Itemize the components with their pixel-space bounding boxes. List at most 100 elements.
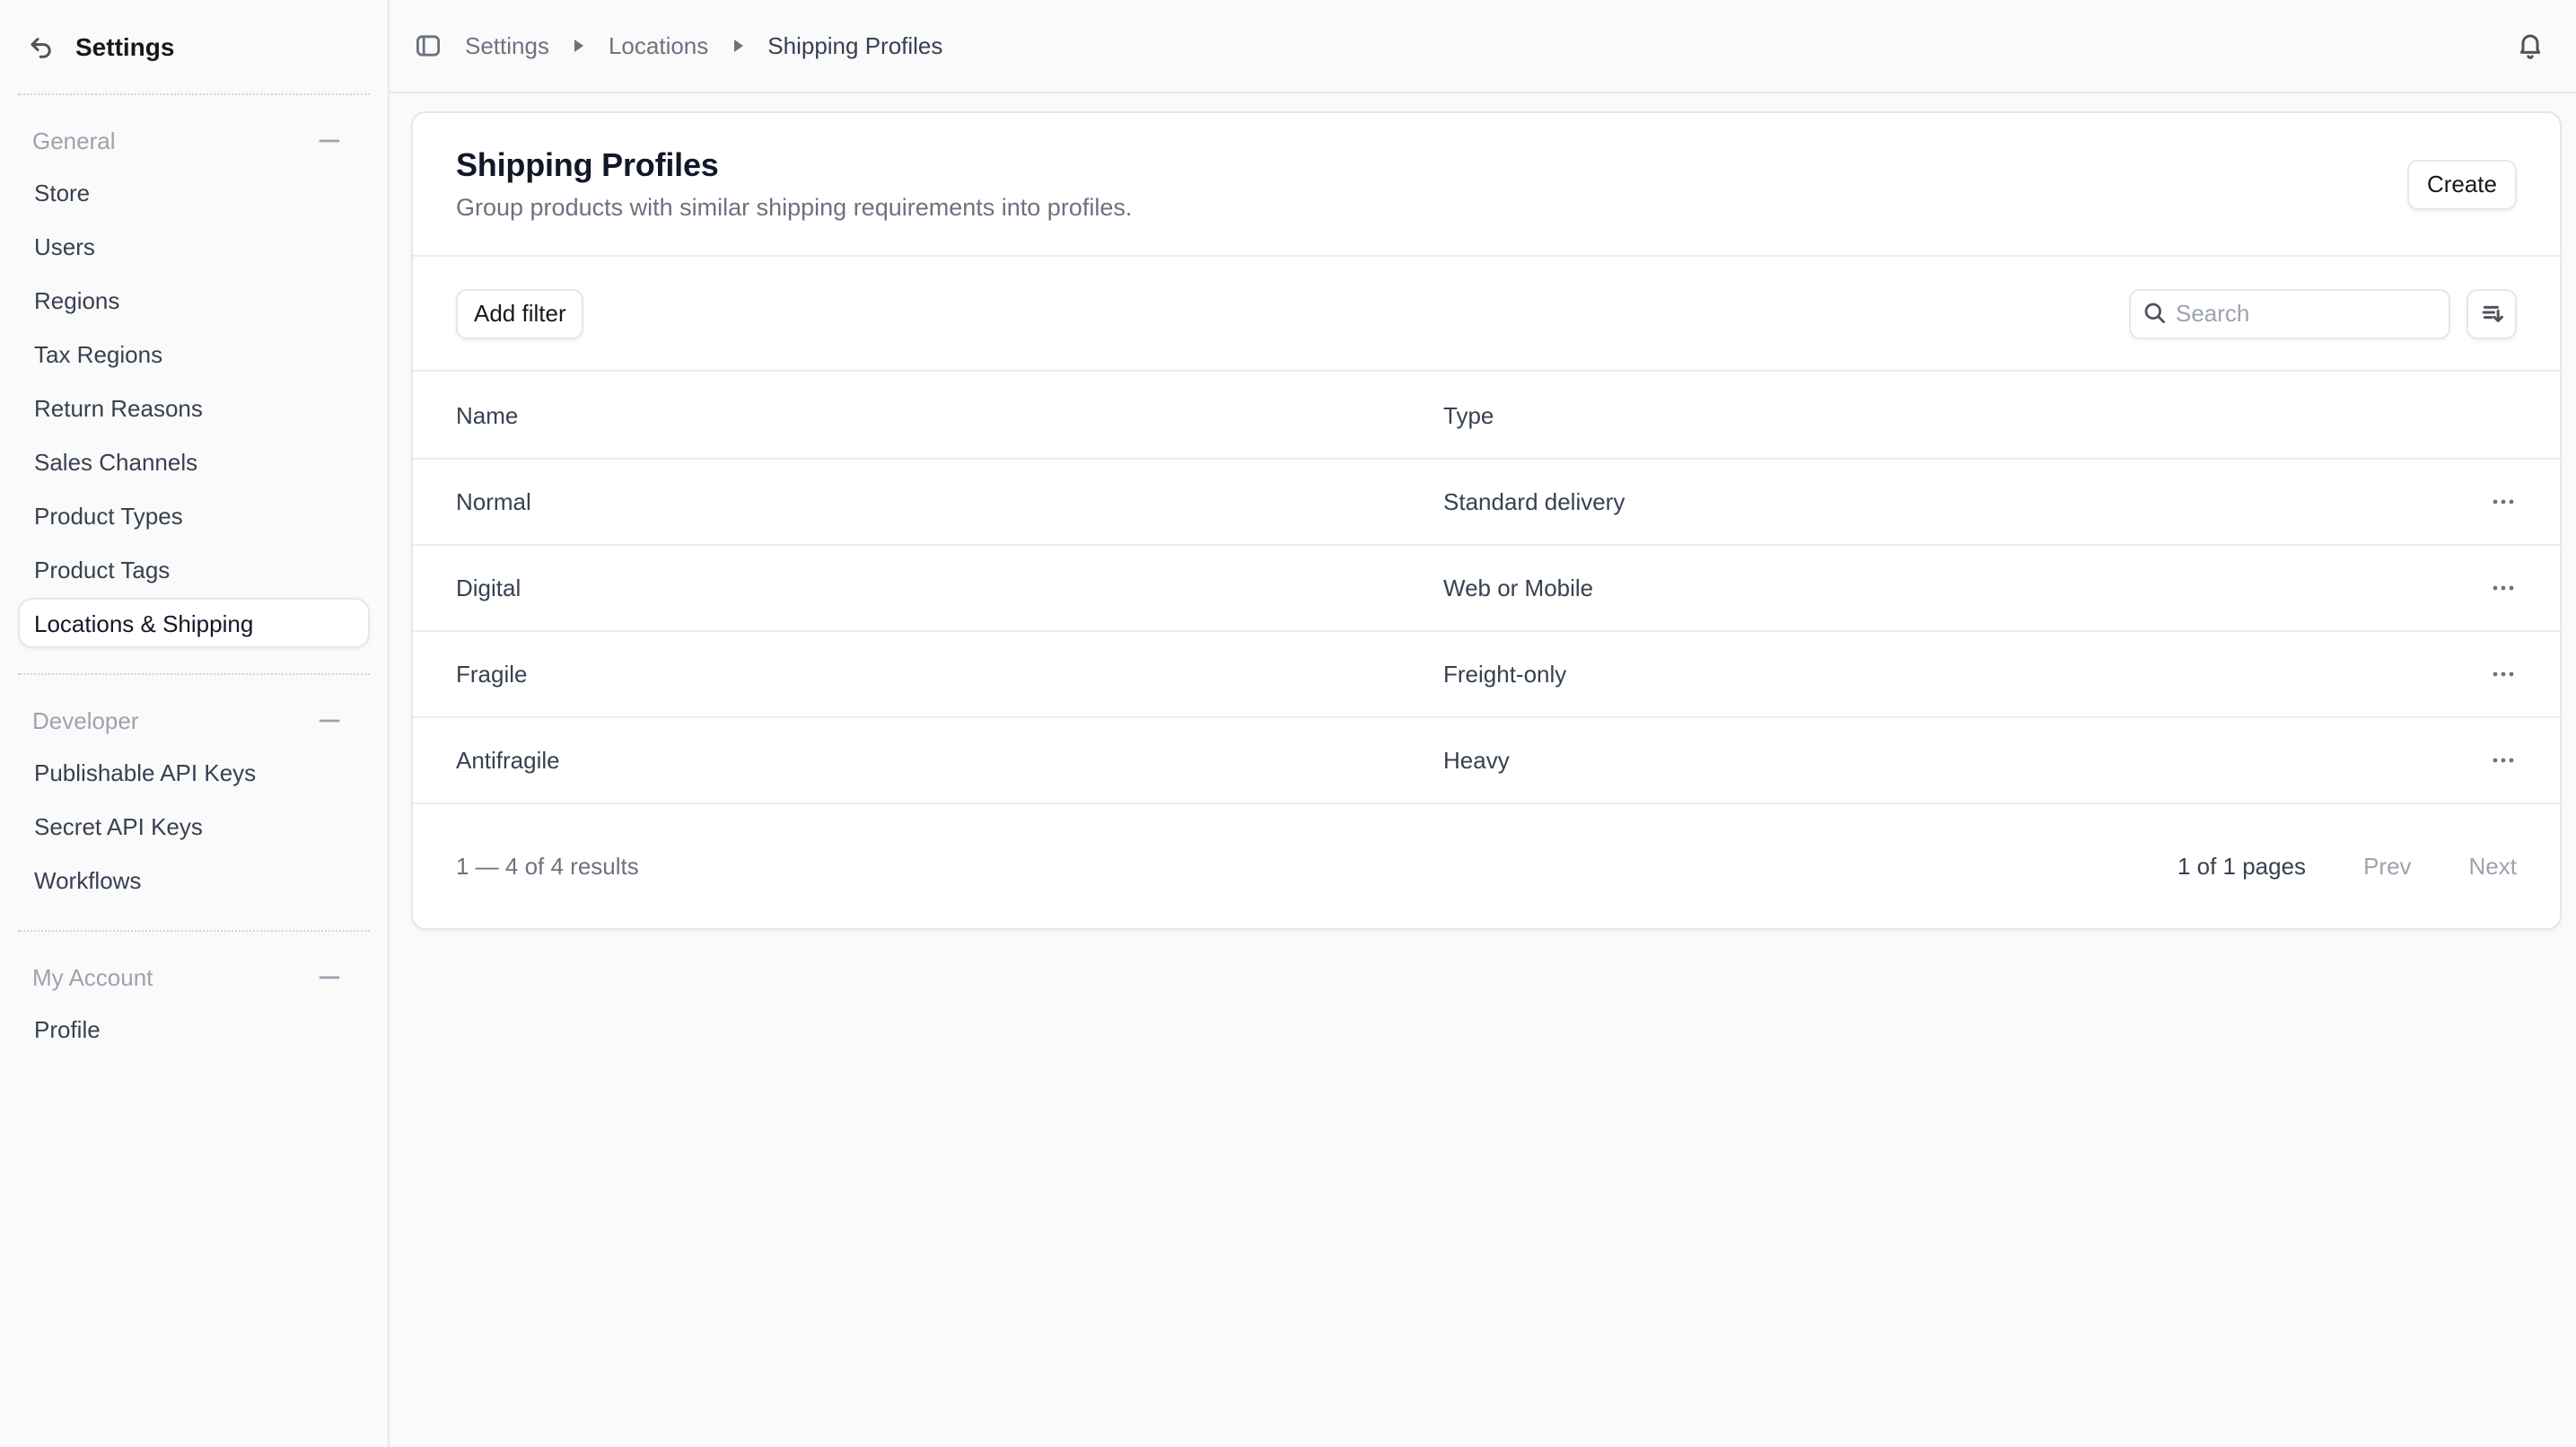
table-toolbar: Add filter — [413, 257, 2560, 372]
card-header: Shipping Profiles Group products with si… — [413, 113, 2560, 257]
topbar: Settings Locations Shipping Profiles — [390, 0, 2576, 93]
page-content: Shipping Profiles Group products with si… — [390, 93, 2576, 1447]
breadcrumb-shipping-profiles: Shipping Profiles — [767, 32, 942, 59]
next-page-button[interactable]: Next — [2469, 853, 2517, 880]
main-area: Settings Locations Shipping Profiles — [390, 0, 2576, 1447]
cell-type: Web or Mobile — [1443, 574, 2477, 601]
search-input[interactable] — [2129, 288, 2450, 338]
sidebar-section-my-account: My Account Profile — [18, 932, 370, 1054]
sidebar-item-secret-api-keys[interactable]: Secret API Keys — [18, 801, 370, 851]
sidebar-header: Settings — [0, 0, 388, 93]
sort-button[interactable] — [2466, 288, 2517, 338]
sidebar-item-users[interactable]: Users — [18, 221, 370, 271]
sidebar-section-developer: Developer Publishable API Keys Secret AP… — [18, 675, 370, 905]
back-button[interactable] — [27, 33, 54, 60]
ellipsis-icon — [2489, 574, 2516, 601]
sort-descending-icon — [2478, 300, 2505, 327]
magnifier-icon — [2143, 301, 2167, 324]
cell-name: Fragile — [413, 661, 1443, 688]
cell-name: Normal — [413, 488, 1443, 515]
sidebar-item-label: Product Types — [34, 502, 183, 529]
cell-type: Heavy — [1443, 747, 2477, 774]
collapse-section-button[interactable] — [318, 128, 341, 152]
prev-page-button[interactable]: Prev — [2363, 853, 2411, 880]
page-title: Shipping Profiles — [456, 147, 1132, 185]
sidebar-item-label: Locations & Shipping — [34, 609, 253, 636]
sidebar-item-sales-channels[interactable]: Sales Channels — [18, 436, 370, 487]
section-header-general: General — [18, 117, 370, 163]
section-label: My Account — [32, 963, 153, 990]
table-footer: 1 — 4 of 4 results 1 of 1 pages Prev Nex… — [413, 802, 2560, 928]
table-row-antifragile[interactable]: Antifragile Heavy — [413, 716, 2560, 802]
section-header-my-account: My Account — [18, 953, 370, 1000]
undo-arrow-icon — [27, 33, 54, 60]
sidebar-item-product-types[interactable]: Product Types — [18, 490, 370, 540]
sidebar-item-label: Publishable API Keys — [34, 759, 256, 785]
row-actions-button[interactable] — [2477, 477, 2528, 527]
sidebar-item-label: Return Reasons — [34, 394, 203, 421]
card-header-text: Shipping Profiles Group products with si… — [456, 147, 1132, 221]
sidebar-item-store[interactable]: Store — [18, 167, 370, 217]
section-header-developer: Developer — [18, 697, 370, 743]
search-field — [2129, 288, 2450, 338]
sidebar-item-label: Profile — [34, 1015, 101, 1042]
row-actions-button[interactable] — [2477, 735, 2528, 785]
cell-name: Digital — [413, 574, 1443, 601]
table-header-row: Name Type — [413, 372, 2560, 458]
sidebar-item-locations-shipping[interactable]: Locations & Shipping — [18, 598, 370, 648]
cell-type: Standard delivery — [1443, 488, 2477, 515]
breadcrumb-settings[interactable]: Settings — [465, 32, 549, 59]
sidebar-item-return-reasons[interactable]: Return Reasons — [18, 382, 370, 433]
ellipsis-icon — [2489, 488, 2516, 515]
chevron-right-icon — [573, 38, 585, 54]
table-row-normal[interactable]: Normal Standard delivery — [413, 458, 2560, 544]
section-label: General — [32, 127, 116, 153]
bell-icon — [2517, 31, 2544, 60]
sidebar-item-publishable-api-keys[interactable]: Publishable API Keys — [18, 747, 370, 797]
settings-app: Settings General Store Users Regions Tax… — [0, 0, 2576, 1447]
cell-type: Freight-only — [1443, 661, 2477, 688]
shipping-profiles-table: Name Type Normal Standard delivery — [413, 372, 2560, 802]
row-actions-button[interactable] — [2477, 563, 2528, 613]
ellipsis-icon — [2489, 747, 2516, 774]
sidebar-item-label: Sales Channels — [34, 448, 197, 475]
sidebar-item-regions[interactable]: Regions — [18, 275, 370, 325]
section-label: Developer — [32, 706, 139, 733]
sidebar-item-label: Users — [34, 232, 95, 259]
minus-icon — [318, 965, 341, 988]
page-subtitle: Group products with similar shipping req… — [456, 194, 1132, 221]
row-actions-button[interactable] — [2477, 649, 2528, 699]
sidebar-item-label: Regions — [34, 286, 119, 313]
minus-icon — [318, 128, 341, 152]
table-row-digital[interactable]: Digital Web or Mobile — [413, 544, 2560, 630]
breadcrumb: Settings Locations Shipping Profiles — [465, 32, 942, 59]
cell-name: Antifragile — [413, 747, 1443, 774]
column-header-type: Type — [1443, 401, 2477, 428]
sidebar-item-label: Product Tags — [34, 556, 170, 583]
create-button[interactable]: Create — [2407, 159, 2517, 209]
sidebar-item-label: Store — [34, 179, 90, 206]
pagination: 1 of 1 pages Prev Next — [2177, 853, 2517, 880]
column-header-name: Name — [413, 401, 1443, 428]
panel-left-icon — [415, 32, 442, 59]
sidebar-item-label: Tax Regions — [34, 340, 162, 367]
sidebar-item-product-tags[interactable]: Product Tags — [18, 544, 370, 594]
notifications-button[interactable] — [2517, 31, 2544, 60]
sidebar-item-profile[interactable]: Profile — [18, 1004, 370, 1054]
toolbar-right — [2129, 288, 2517, 338]
sidebar-item-label: Secret API Keys — [34, 812, 203, 839]
sidebar-item-workflows[interactable]: Workflows — [18, 855, 370, 905]
results-count: 1 — 4 of 4 results — [456, 853, 639, 880]
collapse-section-button[interactable] — [318, 708, 341, 732]
table-row-fragile[interactable]: Fragile Freight-only — [413, 630, 2560, 716]
shipping-profiles-card: Shipping Profiles Group products with si… — [411, 111, 2562, 930]
sidebar-toggle-button[interactable] — [415, 32, 442, 59]
sidebar-item-tax-regions[interactable]: Tax Regions — [18, 329, 370, 379]
collapse-section-button[interactable] — [318, 965, 341, 988]
add-filter-button[interactable]: Add filter — [456, 288, 584, 338]
breadcrumb-locations[interactable]: Locations — [609, 32, 708, 59]
ellipsis-icon — [2489, 661, 2516, 688]
settings-sidebar: Settings General Store Users Regions Tax… — [0, 0, 390, 1447]
sidebar-section-general: General Store Users Regions Tax Regions … — [18, 95, 370, 648]
chevron-right-icon — [732, 38, 744, 54]
